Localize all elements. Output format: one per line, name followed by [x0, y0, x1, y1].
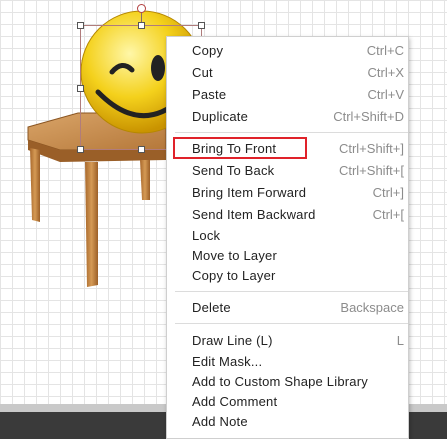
menu-item-shortcut: Ctrl+Shift+D [333, 109, 404, 124]
menu-separator [175, 132, 408, 133]
menu-item-move-to-layer[interactable]: Move to Layer [167, 246, 410, 266]
rotation-handle[interactable] [137, 4, 146, 13]
menu-item-label: Draw Line (L) [192, 333, 273, 348]
menu-item-label: Move to Layer [192, 248, 277, 263]
menu-item-label: Send To Back [192, 163, 275, 178]
menu-item-shortcut: Ctrl+] [372, 185, 404, 200]
menu-item-label: Cut [192, 65, 213, 80]
resize-handle-top-right[interactable] [198, 22, 205, 29]
menu-item-cut[interactable]: Cut Ctrl+X [167, 63, 410, 83]
menu-item-copy[interactable]: Copy Ctrl+C [167, 41, 410, 61]
menu-separator [175, 291, 408, 292]
menu-item-shortcut: Ctrl+Shift+] [338, 141, 404, 156]
context-menu: Copy Ctrl+C Cut Ctrl+X Paste Ctrl+V Dupl… [166, 36, 409, 439]
menu-item-label: Edit Mask... [192, 354, 263, 369]
menu-separator [175, 323, 408, 324]
menu-item-shortcut: L [396, 333, 404, 348]
menu-item-edit-mask[interactable]: Edit Mask... [167, 352, 410, 372]
menu-item-delete[interactable]: Delete Backspace [167, 298, 410, 318]
menu-item-add-comment[interactable]: Add Comment [167, 392, 410, 412]
menu-item-label: Lock [192, 228, 221, 243]
menu-item-lock[interactable]: Lock [167, 226, 410, 246]
menu-item-label: Duplicate [192, 109, 248, 124]
menu-item-send-item-backward[interactable]: Send Item Backward Ctrl+[ [167, 205, 410, 225]
menu-item-label: Delete [192, 300, 231, 315]
menu-item-add-to-custom-shape-library[interactable]: Add to Custom Shape Library [167, 372, 410, 392]
menu-item-paste[interactable]: Paste Ctrl+V [167, 85, 410, 105]
menu-item-shortcut: Ctrl+Shift+[ [338, 163, 404, 178]
menu-item-label: Add to Custom Shape Library [192, 374, 368, 389]
menu-item-label: Copy to Layer [192, 268, 276, 283]
menu-item-shortcut: Ctrl+V [367, 87, 404, 102]
menu-item-label: Paste [192, 87, 227, 102]
menu-item-label: Send Item Backward [192, 207, 316, 222]
menu-item-shortcut: Ctrl+X [367, 65, 404, 80]
menu-item-shortcut: Ctrl+C [366, 43, 404, 58]
resize-handle-left[interactable] [77, 85, 84, 92]
menu-item-duplicate[interactable]: Duplicate Ctrl+Shift+D [167, 107, 410, 127]
menu-item-shortcut: Ctrl+[ [372, 207, 404, 222]
resize-handle-bottom[interactable] [138, 146, 145, 153]
menu-item-bring-item-forward[interactable]: Bring Item Forward Ctrl+] [167, 183, 410, 203]
menu-item-copy-to-layer[interactable]: Copy to Layer [167, 266, 410, 286]
menu-item-label: Add Note [192, 414, 248, 429]
menu-item-shortcut: Backspace [340, 300, 404, 315]
menu-item-label: Bring Item Forward [192, 185, 307, 200]
resize-handle-bottom-left[interactable] [77, 146, 84, 153]
menu-item-label: Add Comment [192, 394, 278, 409]
menu-item-add-note[interactable]: Add Note [167, 412, 410, 432]
menu-item-send-to-back[interactable]: Send To Back Ctrl+Shift+[ [167, 161, 410, 181]
menu-item-label: Copy [192, 43, 224, 58]
resize-handle-top-left[interactable] [77, 22, 84, 29]
bring-to-front-highlight [173, 137, 307, 159]
resize-handle-top[interactable] [138, 22, 145, 29]
menu-item-draw-line[interactable]: Draw Line (L) L [167, 331, 410, 351]
